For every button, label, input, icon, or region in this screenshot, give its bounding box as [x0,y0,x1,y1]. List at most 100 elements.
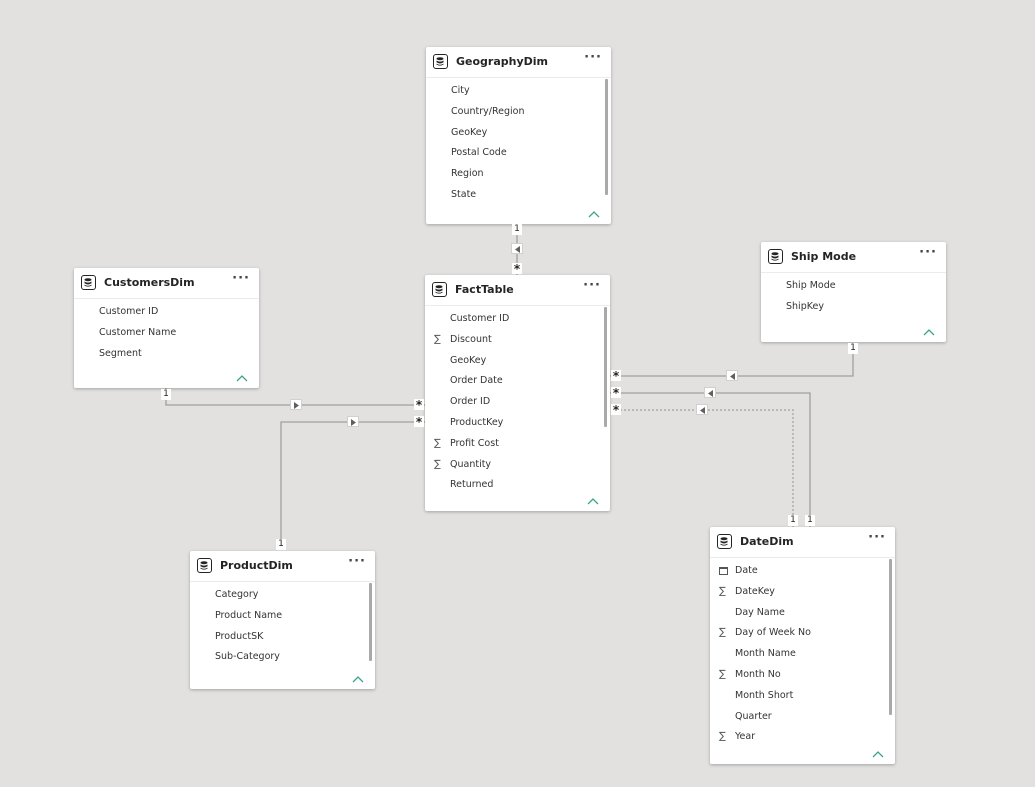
card-header[interactable]: DateDim ··· [710,527,895,558]
triangle-arrow-icon[interactable] [696,404,708,415]
field-row[interactable]: Day Name [710,603,895,624]
field-row[interactable]: Date [710,561,895,582]
cardinality-one: 1 [805,515,815,526]
field-row[interactable]: ∑ Day of Week No [710,623,895,644]
field-row[interactable]: Order ID [425,392,610,413]
chevron-up-icon[interactable] [588,210,600,219]
chevron-up-icon[interactable] [923,328,935,337]
field-row[interactable]: ProductSK [190,627,375,648]
ellipsis-icon[interactable]: ··· [583,278,601,293]
triangle-arrow-icon[interactable] [347,416,359,427]
triangle-arrow-icon[interactable] [290,399,302,410]
field-row[interactable]: ∑ Discount [425,330,610,351]
model-canvas[interactable]: GeographyDim ··· City Country/Region Geo… [0,0,1035,787]
field-name: GeoKey [451,126,488,138]
table-card-customersdim[interactable]: CustomersDim ··· Customer ID Customer Na… [74,268,259,388]
table-card-shipmode[interactable]: Ship Mode ··· Ship Mode ShipKey [761,242,946,342]
chevron-up-icon[interactable] [587,497,599,506]
table-card-geographydim[interactable]: GeographyDim ··· City Country/Region Geo… [426,47,611,224]
field-row[interactable]: Customer ID [425,309,610,330]
field-name: Date [735,565,758,576]
ellipsis-icon[interactable]: ··· [348,554,366,569]
triangle-arrow-icon[interactable] [726,370,738,381]
card-header[interactable]: FactTable ··· [425,275,610,306]
rel-line-date-fact-inactive[interactable] [610,409,794,527]
ellipsis-icon[interactable]: ··· [919,245,937,260]
field-name: Ship Mode [786,280,836,291]
ellipsis-icon[interactable]: ··· [232,271,250,286]
ellipsis-icon[interactable]: ··· [584,50,602,65]
cardinality-many: * [611,369,621,383]
database-icon [197,558,212,573]
field-row[interactable]: Country/Region [426,102,611,123]
field-row[interactable]: ∑ Quantity [425,455,610,476]
field-row[interactable]: Ship Mode [761,276,946,297]
field-row[interactable]: ∑ DateKey [710,582,895,603]
table-card-facttable[interactable]: FactTable ··· Customer ID ∑ Discount GeoK… [425,275,610,511]
field-row[interactable]: Quarter [710,707,895,728]
field-name: DateKey [735,585,775,597]
field-row[interactable]: ShipKey [761,297,946,318]
field-row[interactable]: Postal Code [426,143,611,164]
card-header[interactable]: Ship Mode ··· [761,242,946,273]
field-name: Order ID [450,396,491,408]
field-list: Customer ID Customer Name Segment [74,299,259,364]
sigma-icon: ∑ [434,333,441,345]
chevron-up-icon[interactable] [352,675,364,684]
field-name: Month Short [735,689,794,701]
field-row[interactable]: Customer Name [74,323,259,344]
card-header[interactable]: ProductDim ··· [190,551,375,582]
field-name: Category [215,589,259,600]
field-row[interactable]: State [426,185,611,206]
field-row[interactable]: Region [426,164,611,185]
field-row[interactable]: ∑ Year [710,727,895,748]
field-name: Month Name [735,648,796,660]
field-row[interactable]: Sub-Category [190,647,375,668]
card-header[interactable]: CustomersDim ··· [74,268,259,299]
field-row[interactable]: Order Date [425,371,610,392]
cardinality-one: 1 [276,539,286,550]
field-row[interactable]: ∑ Profit Cost [425,434,610,455]
table-title: GeographyDim [456,55,549,68]
field-row[interactable]: ∑ Month No [710,665,895,686]
scrollbar[interactable] [369,583,372,661]
field-name: Day of Week No [735,627,811,639]
scrollbar[interactable] [604,307,607,427]
field-row[interactable]: ProductKey [425,413,610,434]
ellipsis-icon[interactable]: ··· [868,530,886,545]
chevron-up-icon[interactable] [872,750,884,759]
field-row[interactable]: GeoKey [425,351,610,372]
field-row[interactable]: City [426,81,611,102]
cardinality-many: * [512,262,522,276]
cardinality-many: * [414,398,424,412]
field-name: ProductKey [450,416,504,428]
field-name: ShipKey [786,300,824,312]
field-name: Customer ID [450,313,510,324]
database-icon [768,249,783,264]
chevron-up-icon[interactable] [236,374,248,383]
field-name: GeoKey [450,354,487,366]
sigma-icon: ∑ [719,627,726,639]
field-row[interactable]: Customer ID [74,302,259,323]
triangle-arrow-icon[interactable] [511,243,523,254]
field-list: Customer ID ∑ Discount GeoKey Order Date … [425,306,610,496]
field-list: Date ∑ DateKey Day Name ∑ Day of Week No M… [710,558,895,748]
triangle-arrow-icon[interactable] [704,387,716,398]
rel-line-product-fact[interactable] [280,421,425,550]
scrollbar[interactable] [889,559,892,715]
field-row[interactable]: GeoKey [426,123,611,144]
field-row[interactable]: Segment [74,344,259,365]
field-row[interactable]: Month Name [710,644,895,665]
table-card-datedim[interactable]: DateDim ··· Date ∑ DateKey Day Name ∑ Day … [710,527,895,764]
scrollbar[interactable] [605,79,608,195]
table-card-productdim[interactable]: ProductDim ··· Category Product Name Pro… [190,551,375,689]
sigma-icon: ∑ [719,731,726,743]
card-header[interactable]: GeographyDim ··· [426,47,611,78]
table-title: DateDim [740,535,794,548]
rel-line-date-fact-active[interactable] [610,392,811,527]
field-row[interactable]: Month Short [710,686,895,707]
table-title: FactTable [455,283,514,296]
field-row[interactable]: Returned [425,475,610,496]
field-row[interactable]: Category [190,585,375,606]
field-row[interactable]: Product Name [190,606,375,627]
